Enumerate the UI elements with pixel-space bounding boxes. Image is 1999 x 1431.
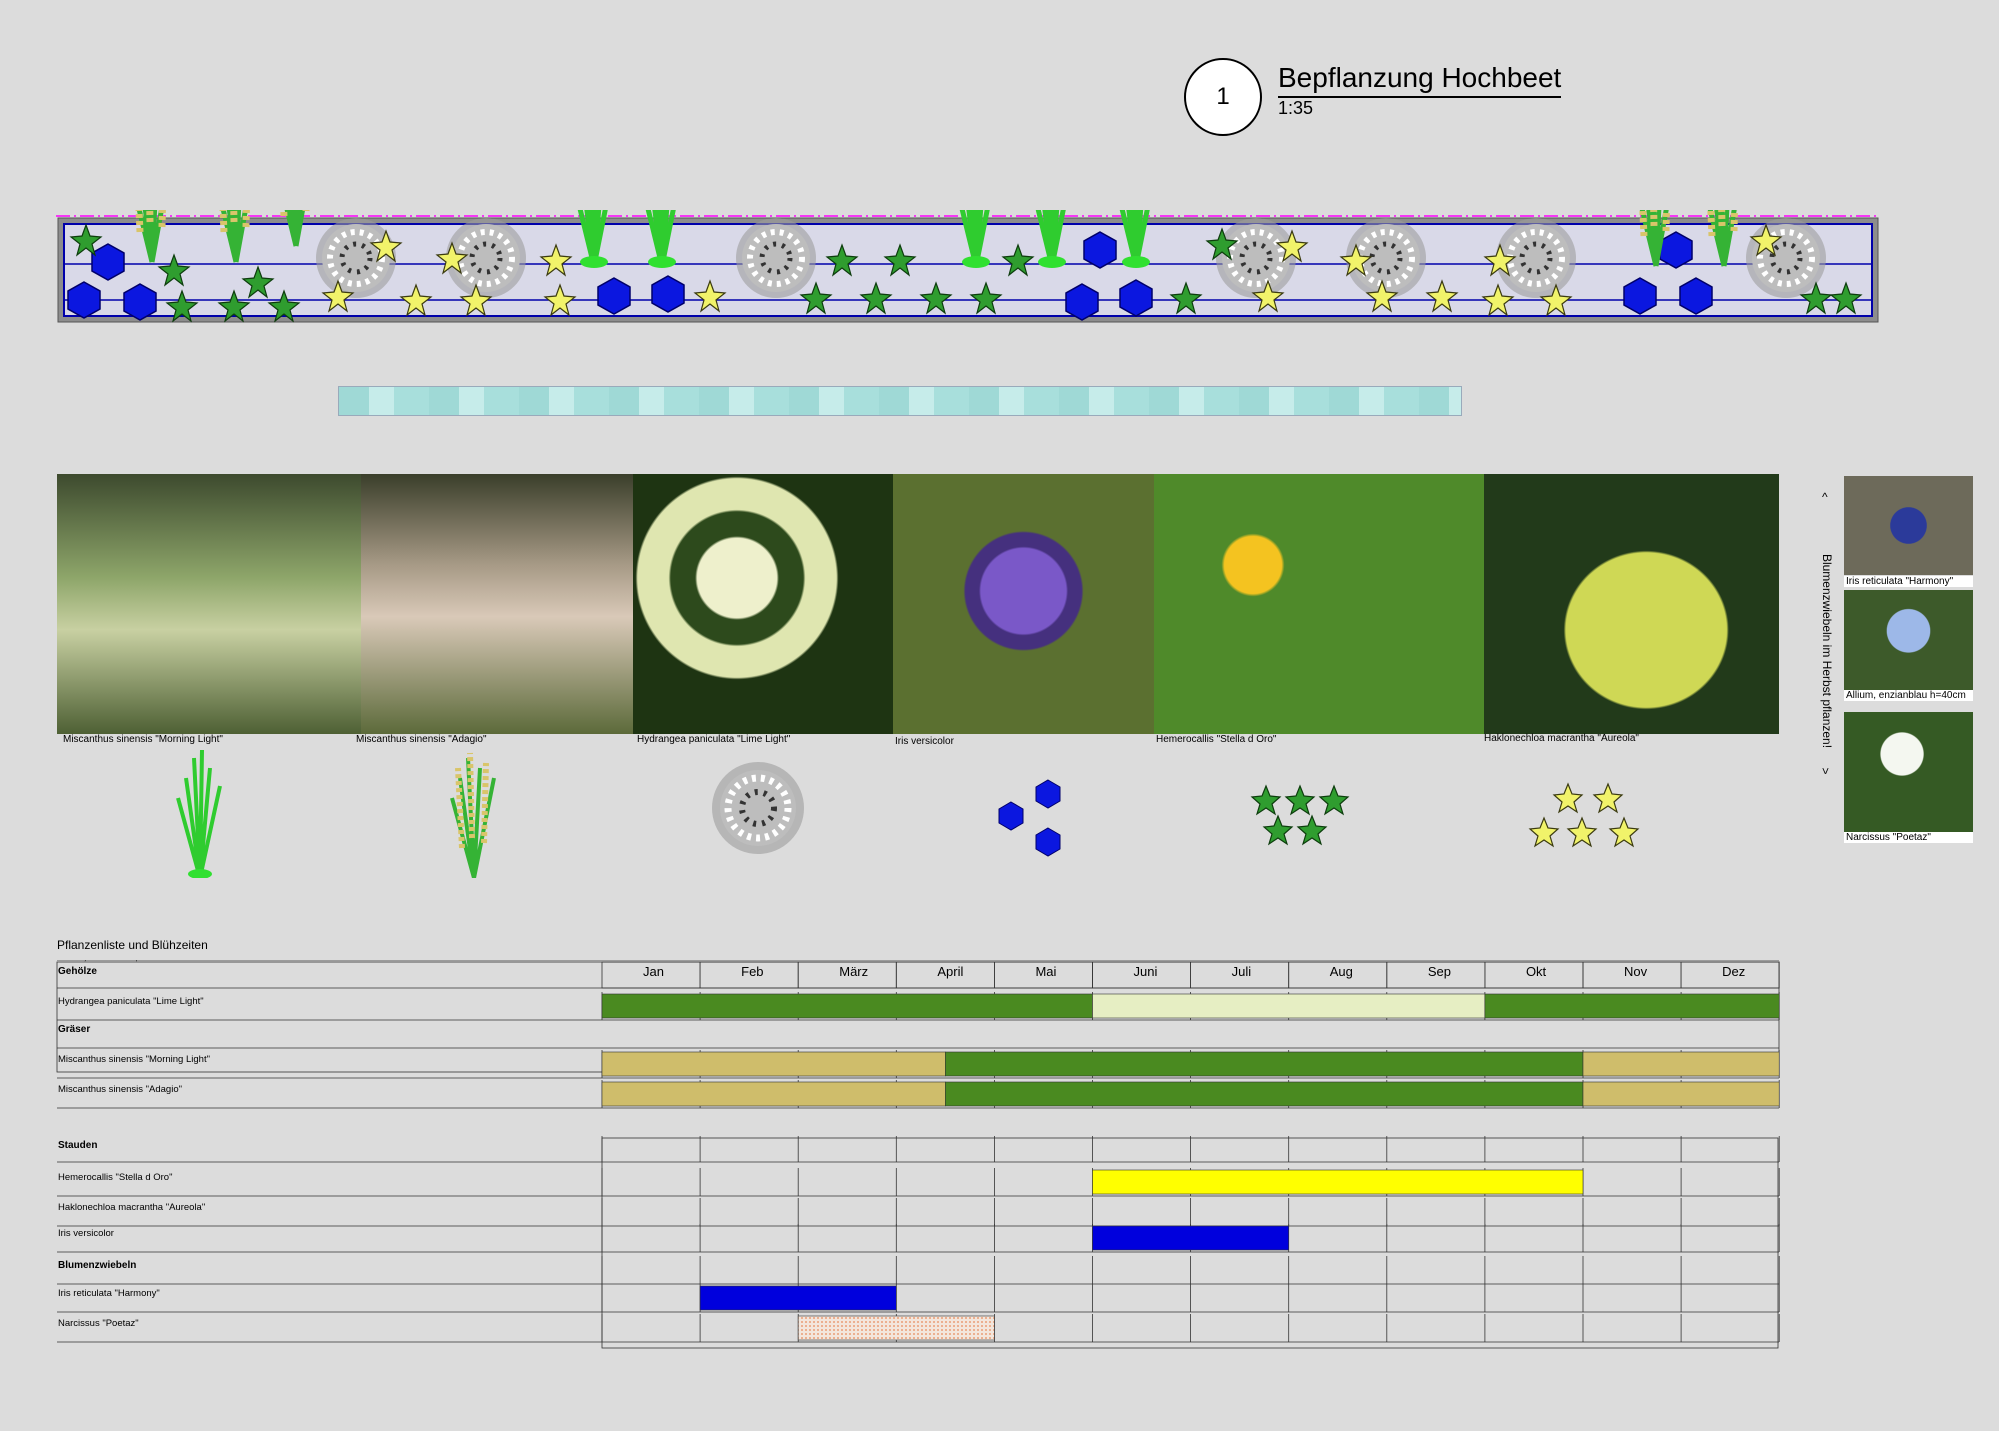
month-label: Okt (1526, 964, 1547, 979)
month-label: Juni (1134, 964, 1158, 979)
plant-caption: Hemerocallis "Stella d Oro" (1156, 734, 1277, 745)
plant-row-label: Miscanthus sinensis "Adagio" (58, 1084, 182, 1095)
plant-caption: Hydrangea paniculata "Lime Light" (637, 734, 791, 745)
bloom-bar (601, 1051, 946, 1077)
bloom-bar (1484, 993, 1780, 1019)
plant-caption: Iris versicolor (895, 736, 954, 747)
group-heading: Gehölze (58, 966, 97, 977)
plant-row-label: Hemerocallis "Stella d Oro" (58, 1172, 172, 1183)
plant-caption: Miscanthus sinensis "Adagio" (356, 734, 487, 745)
green-grass-icon (176, 749, 222, 878)
month-label: Dez (1722, 964, 1745, 979)
photo-hydrangea (633, 474, 893, 734)
bulb-caption: Narcissus "Poetaz" (1844, 832, 1973, 843)
plant-row-label: Hydrangea paniculata "Lime Light" (58, 996, 204, 1007)
photo-allium (1844, 590, 1973, 692)
flowering-grass-icon (450, 752, 496, 878)
bulb-caption: Iris reticulata "Harmony" (1844, 576, 1973, 587)
plant-row-label: Iris reticulata "Harmony" (58, 1288, 160, 1299)
green-star-icon (1250, 784, 1350, 846)
hydrangea-shrub-icon (712, 762, 804, 854)
blue-hexagon-icon (998, 779, 1061, 857)
bloom-bar (797, 1315, 995, 1341)
photo-miscanthus-morning-light (57, 474, 361, 734)
bloom-bar (601, 1081, 946, 1107)
month-label: Mai (1035, 964, 1056, 979)
scale-label: 1:35 (1278, 98, 1314, 118)
photo-hemerocallis (1154, 474, 1484, 734)
month-label: Aug (1330, 964, 1353, 979)
group-heading: Stauden (58, 1140, 97, 1151)
month-label: Feb (741, 964, 763, 979)
month-label: Jan (643, 964, 664, 979)
month-label: April (937, 964, 963, 979)
month-label: Nov (1624, 964, 1648, 979)
page-title: Bepflanzung Hochbeet (1278, 62, 1562, 98)
plant-row-label: Haklonechloa macrantha "Aureola" (58, 1202, 205, 1213)
arrow-down-icon: > (1818, 767, 1833, 775)
month-label: März (839, 964, 868, 979)
bloom-bar (945, 1081, 1584, 1107)
photo-hakonechloa (1484, 474, 1779, 734)
arrow-up-icon: ^ (1822, 490, 1828, 504)
table-title: Pflanzenliste und Blühzeiten (57, 938, 208, 952)
yellow-star-icon (1528, 782, 1640, 848)
plant-row-label: Miscanthus sinensis "Morning Light" (58, 1054, 210, 1065)
photo-iris-versicolor (893, 474, 1154, 734)
bloom-bar (1092, 993, 1486, 1019)
group-heading: Blumenzwiebeln (58, 1260, 136, 1271)
bloom-bar (1582, 1081, 1780, 1107)
bulb-caption: Allium, enzianblau h=40cm (1844, 690, 1973, 701)
bloom-bar (945, 1051, 1584, 1077)
photo-iris-reticulata (1844, 476, 1973, 575)
bloom-bar (601, 993, 1093, 1019)
bloom-chart: Jan Feb März April Mai Juni Juli Aug Sep Okt Nov De… (56, 960, 1780, 1349)
plant-caption: Haklonechloa macrantha "Aureola" (1484, 733, 1639, 744)
bloom-bar (699, 1285, 897, 1311)
bloom-bar (1582, 1051, 1780, 1077)
bloom-bar (1092, 1169, 1584, 1195)
plant-row-label: Allium, enzianblau, h=30cm (58, 960, 175, 963)
title-number: 1 (1184, 58, 1262, 136)
month-label: Sep (1428, 964, 1451, 979)
plant-row-label: Iris versicolor (58, 1228, 114, 1239)
photo-miscanthus-adagio (361, 474, 633, 734)
bulb-note: ^ Blumenzwiebeln im Herbst pflanzen! > (1814, 490, 1840, 782)
raised-bed-plan (56, 210, 1880, 323)
group-heading: Gräser (58, 1024, 90, 1035)
bulb-note-text: Blumenzwiebeln im Herbst pflanzen! (1820, 553, 1834, 749)
photo-narcissus (1844, 712, 1973, 832)
water-strip (338, 386, 1462, 416)
plant-caption: Miscanthus sinensis "Morning Light" (63, 734, 223, 745)
bloom-bar (1092, 1225, 1289, 1251)
plant-row-label: Narcissus "Poetaz" (58, 1318, 139, 1329)
month-label: Juli (1232, 964, 1252, 979)
